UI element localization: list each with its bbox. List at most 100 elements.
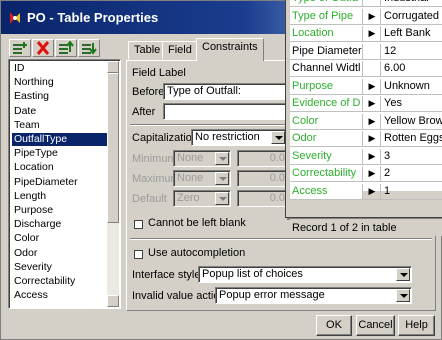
record-row[interactable]: Odor ▶ Rotten Eggs bbox=[290, 131, 442, 147]
chevron-down-icon[interactable] bbox=[215, 192, 229, 205]
help-button[interactable]: Help bbox=[398, 315, 435, 336]
record-field-value[interactable]: 2 bbox=[382, 166, 442, 181]
field-list-item[interactable]: Date bbox=[12, 105, 108, 118]
play-arrow-icon[interactable]: ▶ bbox=[364, 78, 381, 94]
minimum-type-select[interactable]: None bbox=[173, 150, 231, 167]
window-title: PO - Table Properties bbox=[27, 10, 159, 25]
record-row[interactable]: Location ▶ Left Bank bbox=[290, 26, 442, 42]
delete-field-button[interactable] bbox=[32, 39, 54, 57]
default-value-input[interactable]: 0.0 bbox=[237, 190, 289, 207]
interface-style-select[interactable]: Popup list of choices bbox=[198, 266, 412, 283]
play-arrow-icon[interactable]: ▶ bbox=[364, 131, 381, 146]
record-field-name: Type of Pipe bbox=[290, 8, 363, 24]
play-arrow-icon[interactable]: ▶ bbox=[364, 113, 381, 129]
divider bbox=[130, 124, 290, 126]
field-list[interactable]: ID Northing Easting Date Team OutfallType Pipe… bbox=[8, 59, 121, 309]
minimum-label: Minimum bbox=[132, 153, 177, 165]
field-list-scrollbar[interactable] bbox=[107, 61, 119, 307]
scroll-up-arrow[interactable] bbox=[107, 61, 119, 73]
maximum-type-select[interactable]: None bbox=[173, 170, 231, 187]
record-field-value[interactable]: Industrial bbox=[382, 0, 442, 6]
play-arrow-icon[interactable]: ▶ bbox=[364, 148, 381, 164]
field-list-item[interactable]: Discharge bbox=[12, 218, 108, 231]
move-down-button[interactable] bbox=[78, 39, 100, 57]
record-field-value[interactable]: Yes bbox=[382, 96, 442, 111]
field-list-item[interactable]: Northing bbox=[12, 76, 108, 89]
chevron-down-icon[interactable] bbox=[396, 268, 410, 281]
scroll-down-arrow[interactable] bbox=[107, 295, 119, 307]
field-list-item[interactable]: Purpose bbox=[12, 204, 108, 217]
play-arrow-icon[interactable]: ▶ bbox=[364, 183, 381, 199]
field-list-item[interactable]: ID bbox=[12, 62, 108, 75]
autocomplete-checkbox[interactable] bbox=[134, 250, 143, 259]
record-field-value[interactable]: Rotten Eggs bbox=[382, 131, 442, 146]
record-row[interactable]: Severity ▶ 3 bbox=[290, 148, 442, 165]
cannot-blank-checkbox[interactable] bbox=[134, 220, 143, 229]
capitalization-select[interactable]: No restriction bbox=[191, 129, 287, 146]
record-row[interactable]: Type of Outfa Industrial bbox=[290, 0, 442, 7]
chevron-down-icon[interactable] bbox=[215, 172, 229, 185]
default-type-select[interactable]: Zero bbox=[173, 190, 231, 207]
field-list-item[interactable]: Access bbox=[12, 289, 108, 302]
record-field-name: Type of Outfa bbox=[290, 0, 363, 6]
field-label-heading: Field Label bbox=[132, 67, 186, 79]
record-field-value[interactable]: Unknown bbox=[382, 79, 442, 94]
record-field-value[interactable]: Left Bank bbox=[382, 26, 442, 41]
chevron-down-icon[interactable] bbox=[396, 289, 410, 302]
minimum-value-input[interactable]: 0.0 bbox=[237, 150, 289, 167]
play-arrow-icon[interactable]: ▶ bbox=[364, 26, 381, 41]
move-down-icon bbox=[82, 43, 97, 55]
field-list-item[interactable]: Easting bbox=[12, 90, 108, 103]
record-field-value[interactable]: 6.00 bbox=[382, 61, 442, 76]
minimum-type-value: None bbox=[177, 152, 204, 164]
field-list-item[interactable]: PipeDiameter bbox=[12, 176, 108, 189]
record-row[interactable]: Evidence of D ▶ Yes bbox=[290, 96, 442, 112]
record-row[interactable]: Correctability ▶ 2 bbox=[290, 166, 442, 182]
field-list-item[interactable]: Length bbox=[12, 190, 108, 203]
add-field-button[interactable] bbox=[9, 39, 31, 57]
record-grid[interactable]: Type of OutfaIndustrialType of Pipe▶Corr… bbox=[290, 0, 442, 200]
record-field-value[interactable]: Yellow Brown bbox=[382, 114, 442, 129]
field-list-item[interactable]: Correctability bbox=[12, 275, 108, 288]
record-field-name: Channel Widtl bbox=[290, 61, 363, 76]
move-up-button[interactable] bbox=[55, 39, 77, 57]
maximum-value-input[interactable]: 0.0 bbox=[237, 170, 289, 187]
record-field-value[interactable]: 3 bbox=[382, 149, 442, 164]
record-row[interactable]: Channel Widtl 6.00 bbox=[290, 61, 442, 77]
field-list-item[interactable]: OutfallType bbox=[12, 133, 108, 146]
invalid-action-label: Invalid value action bbox=[132, 290, 226, 302]
field-list-item[interactable]: Location bbox=[12, 161, 108, 174]
record-row[interactable]: Type of Pipe▶Corrugated M bbox=[290, 8, 442, 25]
record-field-name: Access bbox=[290, 183, 363, 199]
play-arrow-icon[interactable]: ▶ bbox=[364, 96, 381, 111]
field-list-item[interactable]: Team bbox=[12, 119, 108, 132]
play-arrow-icon[interactable] bbox=[364, 0, 381, 6]
field-list-item[interactable]: PipeType bbox=[12, 147, 108, 160]
play-arrow-icon[interactable]: ▶ bbox=[364, 8, 381, 24]
record-field-name: Color bbox=[290, 113, 363, 129]
ok-button[interactable]: OK bbox=[316, 315, 352, 336]
record-row[interactable]: Access ▶ 1 bbox=[290, 183, 442, 200]
record-row[interactable]: Pipe Diameter 12 bbox=[290, 43, 442, 60]
chevron-down-icon[interactable] bbox=[271, 131, 285, 144]
field-list-item[interactable]: Color bbox=[12, 232, 108, 245]
record-status: Record 1 of 2 in table bbox=[290, 218, 442, 236]
delete-field-icon bbox=[36, 41, 50, 55]
tab-constraints[interactable]: Constraints bbox=[196, 38, 264, 61]
cancel-button[interactable]: Cancel bbox=[356, 315, 395, 336]
record-field-value[interactable]: 12 bbox=[382, 44, 442, 59]
play-arrow-icon[interactable] bbox=[364, 61, 381, 76]
record-row[interactable]: Color▶Yellow Brown bbox=[290, 113, 442, 130]
play-arrow-icon[interactable]: ▶ bbox=[364, 166, 381, 181]
tab-field[interactable]: Field bbox=[162, 41, 198, 60]
invalid-action-select[interactable]: Popup error message bbox=[215, 287, 412, 304]
chevron-down-icon[interactable] bbox=[215, 152, 229, 165]
scroll-thumb[interactable] bbox=[107, 73, 119, 223]
play-arrow-icon[interactable] bbox=[364, 43, 381, 59]
record-field-value[interactable]: 1 bbox=[382, 184, 442, 199]
field-list-item[interactable]: Odor bbox=[12, 247, 108, 260]
field-list-item[interactable]: Severity bbox=[12, 261, 108, 274]
record-row[interactable]: Purpose ▶ Unknown bbox=[290, 78, 442, 95]
tab-table[interactable]: Table bbox=[128, 41, 167, 60]
record-field-value[interactable]: Corrugated M bbox=[382, 9, 442, 24]
